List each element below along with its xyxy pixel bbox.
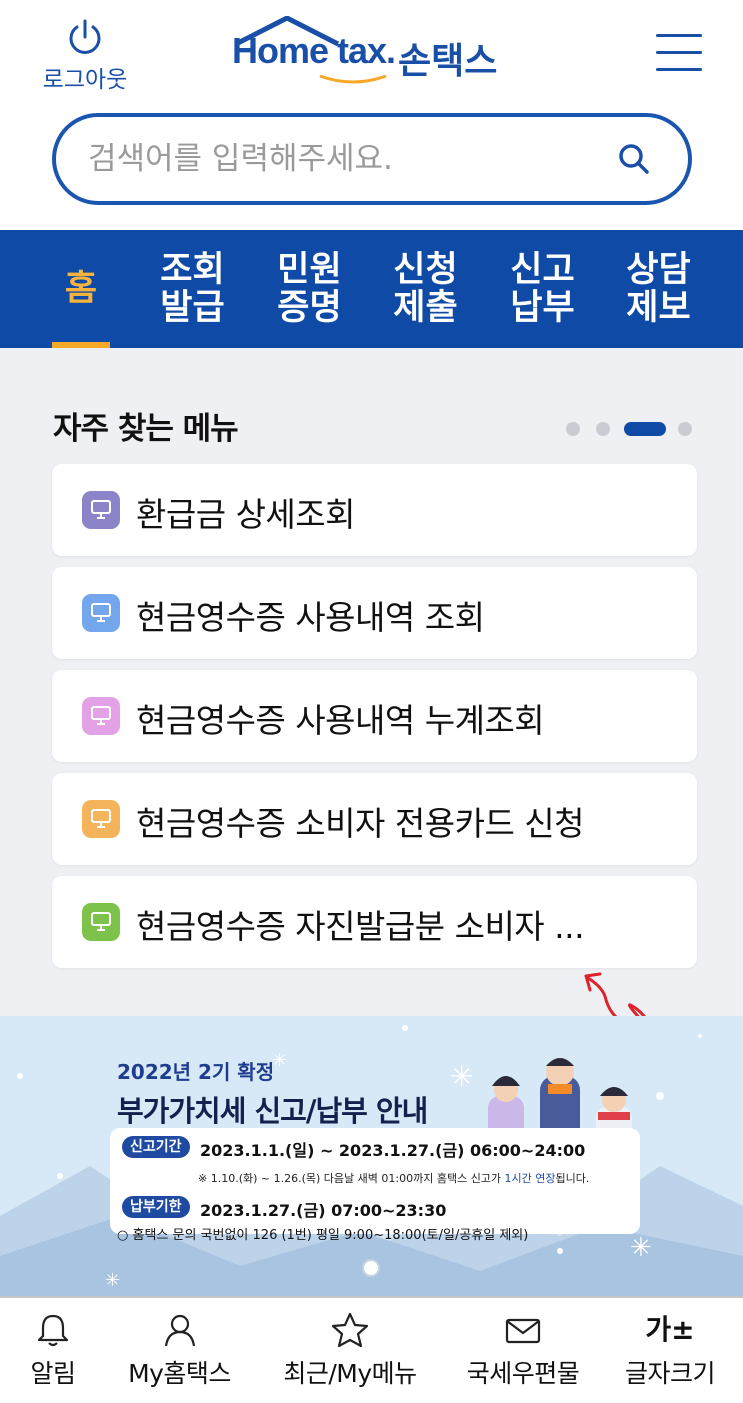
menu-item-cash-receipt-self-issued[interactable]: 현금영수증 자진발급분 소비자 ...: [52, 876, 697, 968]
banner-subtitle: 2022년 2기 확정: [117, 1060, 275, 1084]
menu-item-label: 현금영수증 소비자 전용카드 신청: [136, 804, 585, 843]
person-icon: [164, 1314, 195, 1347]
filing-period-text: 2023.1.1.(일) ~ 2023.1.27.(금) 06:00~24:00: [200, 1141, 586, 1160]
nav-tab-label: 제보: [626, 288, 691, 328]
bottom-nav: 알림 My홈택스 최근/My메뉴 국세우편물 가± 글자크기: [0, 1296, 743, 1403]
nav-tab-civil[interactable]: 민원 증명: [267, 230, 352, 348]
search-input[interactable]: [88, 137, 588, 181]
promo-banner[interactable]: ✳ ✳ ✳ ✳ 2022년 2기 확정 부가가치세 신고/납부 안내 신고기간 …: [0, 1016, 743, 1296]
logout-button[interactable]: 로그아웃: [30, 18, 140, 94]
monitor-icon: [82, 903, 120, 941]
bullet-icon: ○: [117, 1228, 133, 1243]
section-title: 자주 찾는 메뉴: [53, 411, 239, 447]
app-header: 로그아웃 Home tax. 손택스: [0, 0, 743, 230]
banner-pager-dot[interactable]: [362, 1259, 380, 1277]
nav-tab-label: 상담: [626, 250, 691, 290]
nav-tab-inquiry[interactable]: 조회 발급: [150, 230, 235, 348]
menu-item-cash-receipt-history[interactable]: 현금영수증 사용내역 조회: [52, 567, 697, 659]
menu-item-cash-receipt-cumulative[interactable]: 현금영수증 사용내역 누계조회: [52, 670, 697, 762]
menu-item-refund[interactable]: 환급금 상세조회: [52, 464, 697, 556]
bottom-nav-font-size[interactable]: 가± 글자크기: [612, 1312, 728, 1390]
payment-deadline-badge: 납부기한: [122, 1196, 190, 1218]
pager-dot[interactable]: [596, 422, 610, 436]
power-icon: [69, 19, 101, 54]
pager-dot[interactable]: [678, 422, 692, 436]
menu-item-cash-receipt-card[interactable]: 현금영수증 소비자 전용카드 신청: [52, 773, 697, 865]
nav-tab-label: 신청: [393, 250, 458, 290]
menu-item-label: 환급금 상세조회: [136, 495, 356, 534]
monitor-icon: [82, 697, 120, 735]
bottom-nav-alerts[interactable]: 알림: [18, 1312, 88, 1390]
payment-deadline-text: 2023.1.27.(금) 07:00~23:30: [200, 1201, 447, 1220]
bottom-nav-label: 최근/My메뉴: [283, 1359, 417, 1388]
menu-item-label: 현금영수증 사용내역 조회: [136, 598, 485, 637]
search-bar: [52, 113, 692, 205]
hometax-logo[interactable]: Home tax. 손택스: [232, 16, 522, 92]
monitor-icon: [82, 594, 120, 632]
bottom-nav-tax-mail[interactable]: 국세우편물: [450, 1312, 596, 1390]
nav-tab-home[interactable]: 홈: [52, 230, 110, 348]
banner-info-card: 신고기간 2023.1.1.(일) ~ 2023.1.27.(금) 06:00~…: [110, 1128, 640, 1234]
menu-item-label: 현금영수증 사용내역 누계조회: [136, 701, 545, 740]
svg-text:✳: ✳: [105, 1270, 120, 1291]
banner-title: 부가가치세 신고/납부 안내: [117, 1094, 428, 1128]
bottom-nav-label: 국세우편물: [466, 1359, 580, 1388]
nav-tab-apply[interactable]: 신청 제출: [383, 230, 468, 348]
bottom-nav-label: 글자크기: [624, 1359, 716, 1388]
star-icon: [331, 1312, 369, 1348]
nav-tab-label: 민원: [277, 250, 342, 290]
nav-tab-report[interactable]: 신고 납부: [500, 230, 585, 348]
bottom-nav-label: My홈택스: [128, 1359, 231, 1388]
logo-text: Home tax.: [232, 30, 396, 71]
filing-period-badge: 신고기간: [122, 1136, 190, 1158]
bottom-nav-label: 알림: [30, 1359, 76, 1388]
font-size-icon: 가±: [645, 1313, 695, 1346]
menu-item-label: 현금영수증 자진발급분 소비자 ...: [136, 907, 585, 946]
nav-tab-consult[interactable]: 상담 제보: [616, 230, 701, 348]
logo-swoosh-icon: [319, 74, 387, 84]
logout-label: 로그아웃: [42, 67, 128, 93]
frequent-menu-section: 자주 찾는 메뉴 환급금 상세조회 현금영수증 사용내역 조회 현금영수증 사용…: [0, 348, 743, 1016]
bottom-nav-recent-menu[interactable]: 최근/My메뉴: [270, 1312, 430, 1390]
pager-dot[interactable]: [566, 422, 580, 436]
svg-text:✳: ✳: [630, 1233, 652, 1263]
search-icon[interactable]: [616, 141, 652, 177]
nav-tab-label: 신고: [510, 250, 575, 290]
nav-tab-label: 제출: [393, 288, 458, 328]
nav-tab-label: 납부: [510, 288, 575, 328]
mail-icon: [505, 1318, 541, 1344]
nav-tab-label: 홈: [64, 269, 98, 309]
svg-text:✳: ✳: [272, 1050, 287, 1071]
banner-contact: ○ 홈택스 문의 국번없이 126 (1번) 평일 9:00~18:00(토/일…: [117, 1228, 529, 1243]
hamburger-menu-icon[interactable]: [656, 34, 704, 74]
nav-tab-label: 증명: [277, 288, 342, 328]
bell-icon: [37, 1314, 69, 1347]
monitor-icon: [82, 491, 120, 529]
pager-dot-active[interactable]: [624, 422, 666, 436]
monitor-icon: [82, 800, 120, 838]
logo-korean: 손택스: [398, 41, 498, 82]
main-nav: 홈 조회 발급 민원 증명 신청 제출 신고 납부 상담 제보: [0, 230, 743, 348]
bottom-nav-my-hometax[interactable]: My홈택스: [117, 1312, 242, 1390]
nav-tab-label: 조회: [160, 250, 225, 290]
extension-note: ※ 1.10.(화) ~ 1.26.(목) 다음날 새벽 01:00까지 홈택스…: [198, 1172, 590, 1185]
nav-tab-label: 발급: [160, 288, 225, 328]
